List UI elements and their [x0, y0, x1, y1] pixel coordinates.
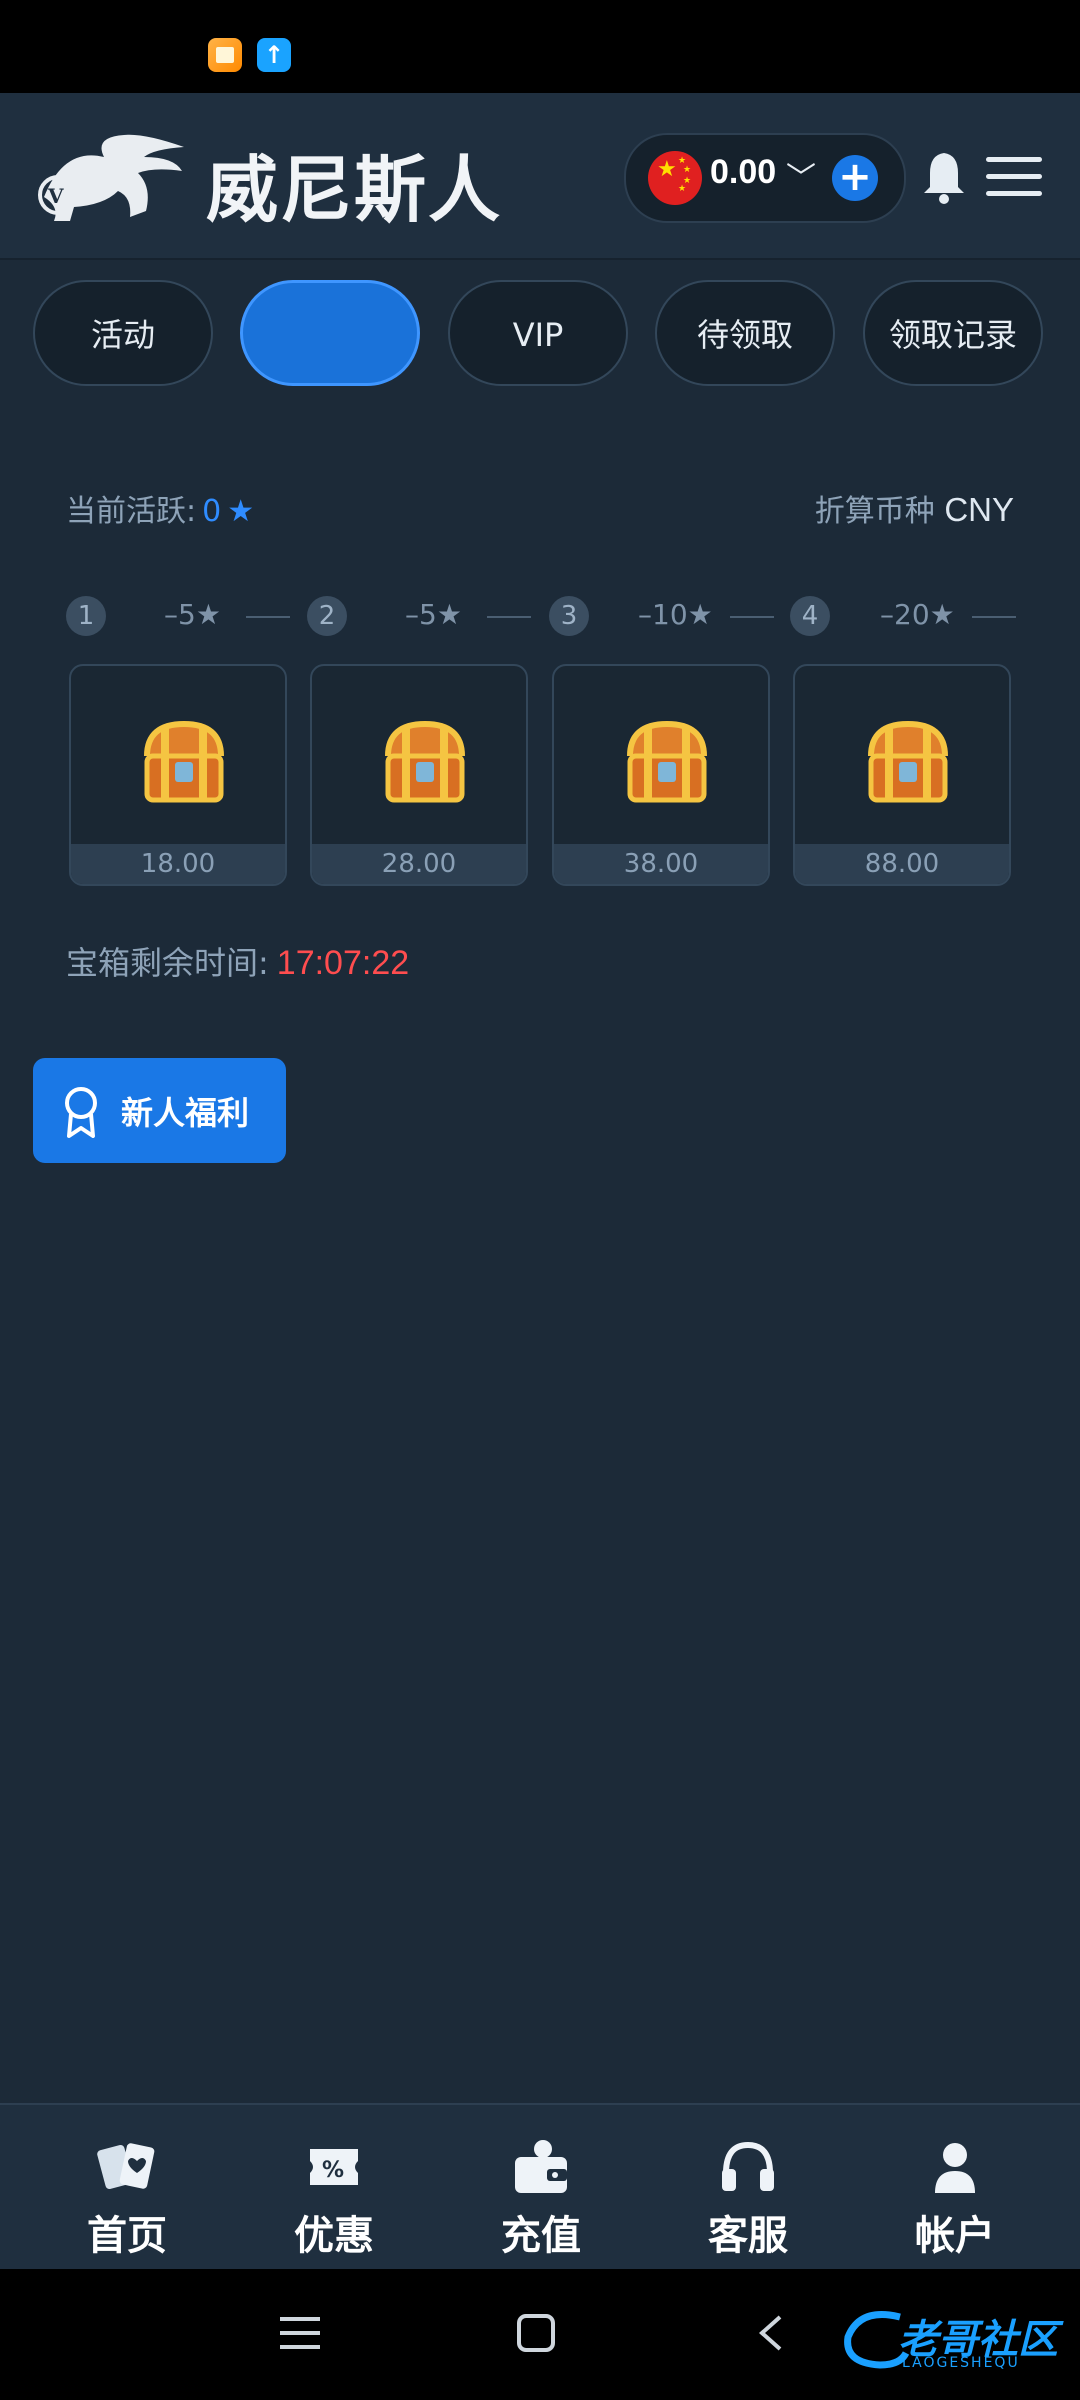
nav-support[interactable]: 客服	[673, 2127, 823, 2259]
currency-label: 折算币种	[814, 494, 935, 529]
currency-info: 折算币种 CNY	[815, 486, 1014, 530]
balance-amount: 0.00	[710, 153, 777, 191]
headset-icon	[722, 2141, 774, 2191]
nav-support-label: 客服	[708, 2213, 788, 2259]
step-number: 4	[790, 596, 830, 636]
tab-claim-history[interactable]: 领取记录	[863, 280, 1043, 386]
nav-deposit[interactable]: 充值	[466, 2127, 616, 2259]
chest-timer-label: 宝箱剩余时间:	[66, 944, 269, 982]
chest-timer-value: 17:07:22	[276, 944, 410, 982]
step-connector	[246, 616, 290, 618]
star-icon: ★	[227, 494, 255, 529]
newbie-benefit-label: 新人福利	[121, 1094, 250, 1132]
china-flag-icon: ★ ★ ★ ★ ★	[648, 151, 702, 205]
deposit-plus-button[interactable]: +	[832, 155, 878, 201]
brand-name: 威尼斯人	[206, 147, 503, 232]
svg-text:V: V	[47, 184, 64, 208]
nav-deposit-label: 充值	[501, 2213, 581, 2259]
hamburger-menu-icon[interactable]	[986, 157, 1044, 197]
step-number: 1	[66, 596, 106, 636]
chest-reward-amount: 88.00	[795, 844, 1009, 884]
upload-icon: ↑	[257, 38, 291, 72]
tab-bar: 活动 VIP 待领取 领取记录	[0, 278, 1080, 394]
newbie-benefit-button[interactable]: 新人福利	[33, 1058, 286, 1163]
chest-reward-amount: 18.00	[71, 844, 285, 884]
tab-pending[interactable]: 待领取	[655, 280, 835, 386]
nav-home[interactable]: 首页	[52, 2127, 202, 2259]
treasure-chest-icon	[868, 720, 948, 803]
svg-text:%: %	[322, 2158, 344, 2183]
nav-account-label: 帐户	[915, 2213, 995, 2259]
watermark-logo: 老哥社区 LAOGESHEQU	[840, 2301, 1070, 2377]
app-header: V 威尼斯人 ★ ★ ★ ★ ★ 0.00 ﹀ +	[0, 93, 1080, 260]
step-connector	[972, 616, 1016, 618]
bell-icon[interactable]	[922, 149, 966, 205]
treasure-chest-icon	[385, 720, 465, 803]
wallet-icon	[515, 2140, 567, 2193]
back-icon[interactable]	[756, 2313, 786, 2353]
chest-timer: 宝箱剩余时间: 17:07:22	[66, 938, 409, 984]
step-cost: –10★	[638, 598, 713, 631]
nav-account[interactable]: 帐户	[880, 2127, 1030, 2259]
watermark-subtext: LAOGESHEQU	[902, 2355, 1020, 2371]
bottom-navigation: 首页 % 优惠 充值 客服 帐户	[0, 2103, 1080, 2271]
step-number: 2	[307, 596, 347, 636]
nav-home-label: 首页	[87, 2213, 167, 2259]
treasure-chest-icon	[144, 720, 224, 803]
step-connector	[730, 616, 774, 618]
winged-lion-logo-icon[interactable]: V	[34, 127, 190, 227]
status-bar: ↑	[0, 0, 1080, 93]
user-icon	[935, 2143, 975, 2193]
treasure-chest-card[interactable]: 18.00	[69, 664, 287, 886]
chest-reward-amount: 28.00	[312, 844, 526, 884]
treasure-chest-card[interactable]: 88.00	[793, 664, 1011, 886]
step-connector	[487, 616, 531, 618]
nav-promotions-label: 优惠	[294, 2213, 374, 2259]
tab-active-selected[interactable]	[240, 280, 420, 386]
cards-icon	[97, 2143, 155, 2190]
chest-reward-amount: 38.00	[554, 844, 768, 884]
nav-promotions[interactable]: % 优惠	[259, 2127, 409, 2259]
tab-activity[interactable]: 活动	[33, 280, 213, 386]
treasure-chest-icon	[627, 720, 707, 803]
current-activity-label: 当前活跃:	[66, 494, 197, 529]
step-cost: –5★	[164, 598, 221, 631]
current-activity-value: 0	[202, 494, 222, 529]
chevron-down-icon[interactable]: ﹀	[786, 153, 816, 197]
tab-vip[interactable]: VIP	[448, 280, 628, 386]
system-navigation-bar: 老哥社区 LAOGESHEQU	[0, 2269, 1080, 2400]
treasure-chest-card[interactable]: 38.00	[552, 664, 770, 886]
chest-steps: 1 –5★ 2 –5★ 3 –10★ 4 –20★	[0, 596, 1080, 636]
coupon-icon: %	[310, 2149, 358, 2185]
step-cost: –5★	[405, 598, 462, 631]
medal-icon	[65, 1087, 97, 1138]
step-number: 3	[549, 596, 589, 636]
home-icon[interactable]	[516, 2313, 556, 2353]
current-activity: 当前活跃: 0 ★	[66, 486, 254, 530]
notification-app-icon	[208, 38, 242, 72]
currency-code: CNY	[944, 491, 1014, 528]
balance-pill[interactable]: ★ ★ ★ ★ ★ 0.00 ﹀ +	[624, 133, 906, 223]
recent-apps-icon[interactable]	[278, 2313, 322, 2353]
step-cost: –20★	[880, 598, 955, 631]
treasure-chest-card[interactable]: 28.00	[310, 664, 528, 886]
